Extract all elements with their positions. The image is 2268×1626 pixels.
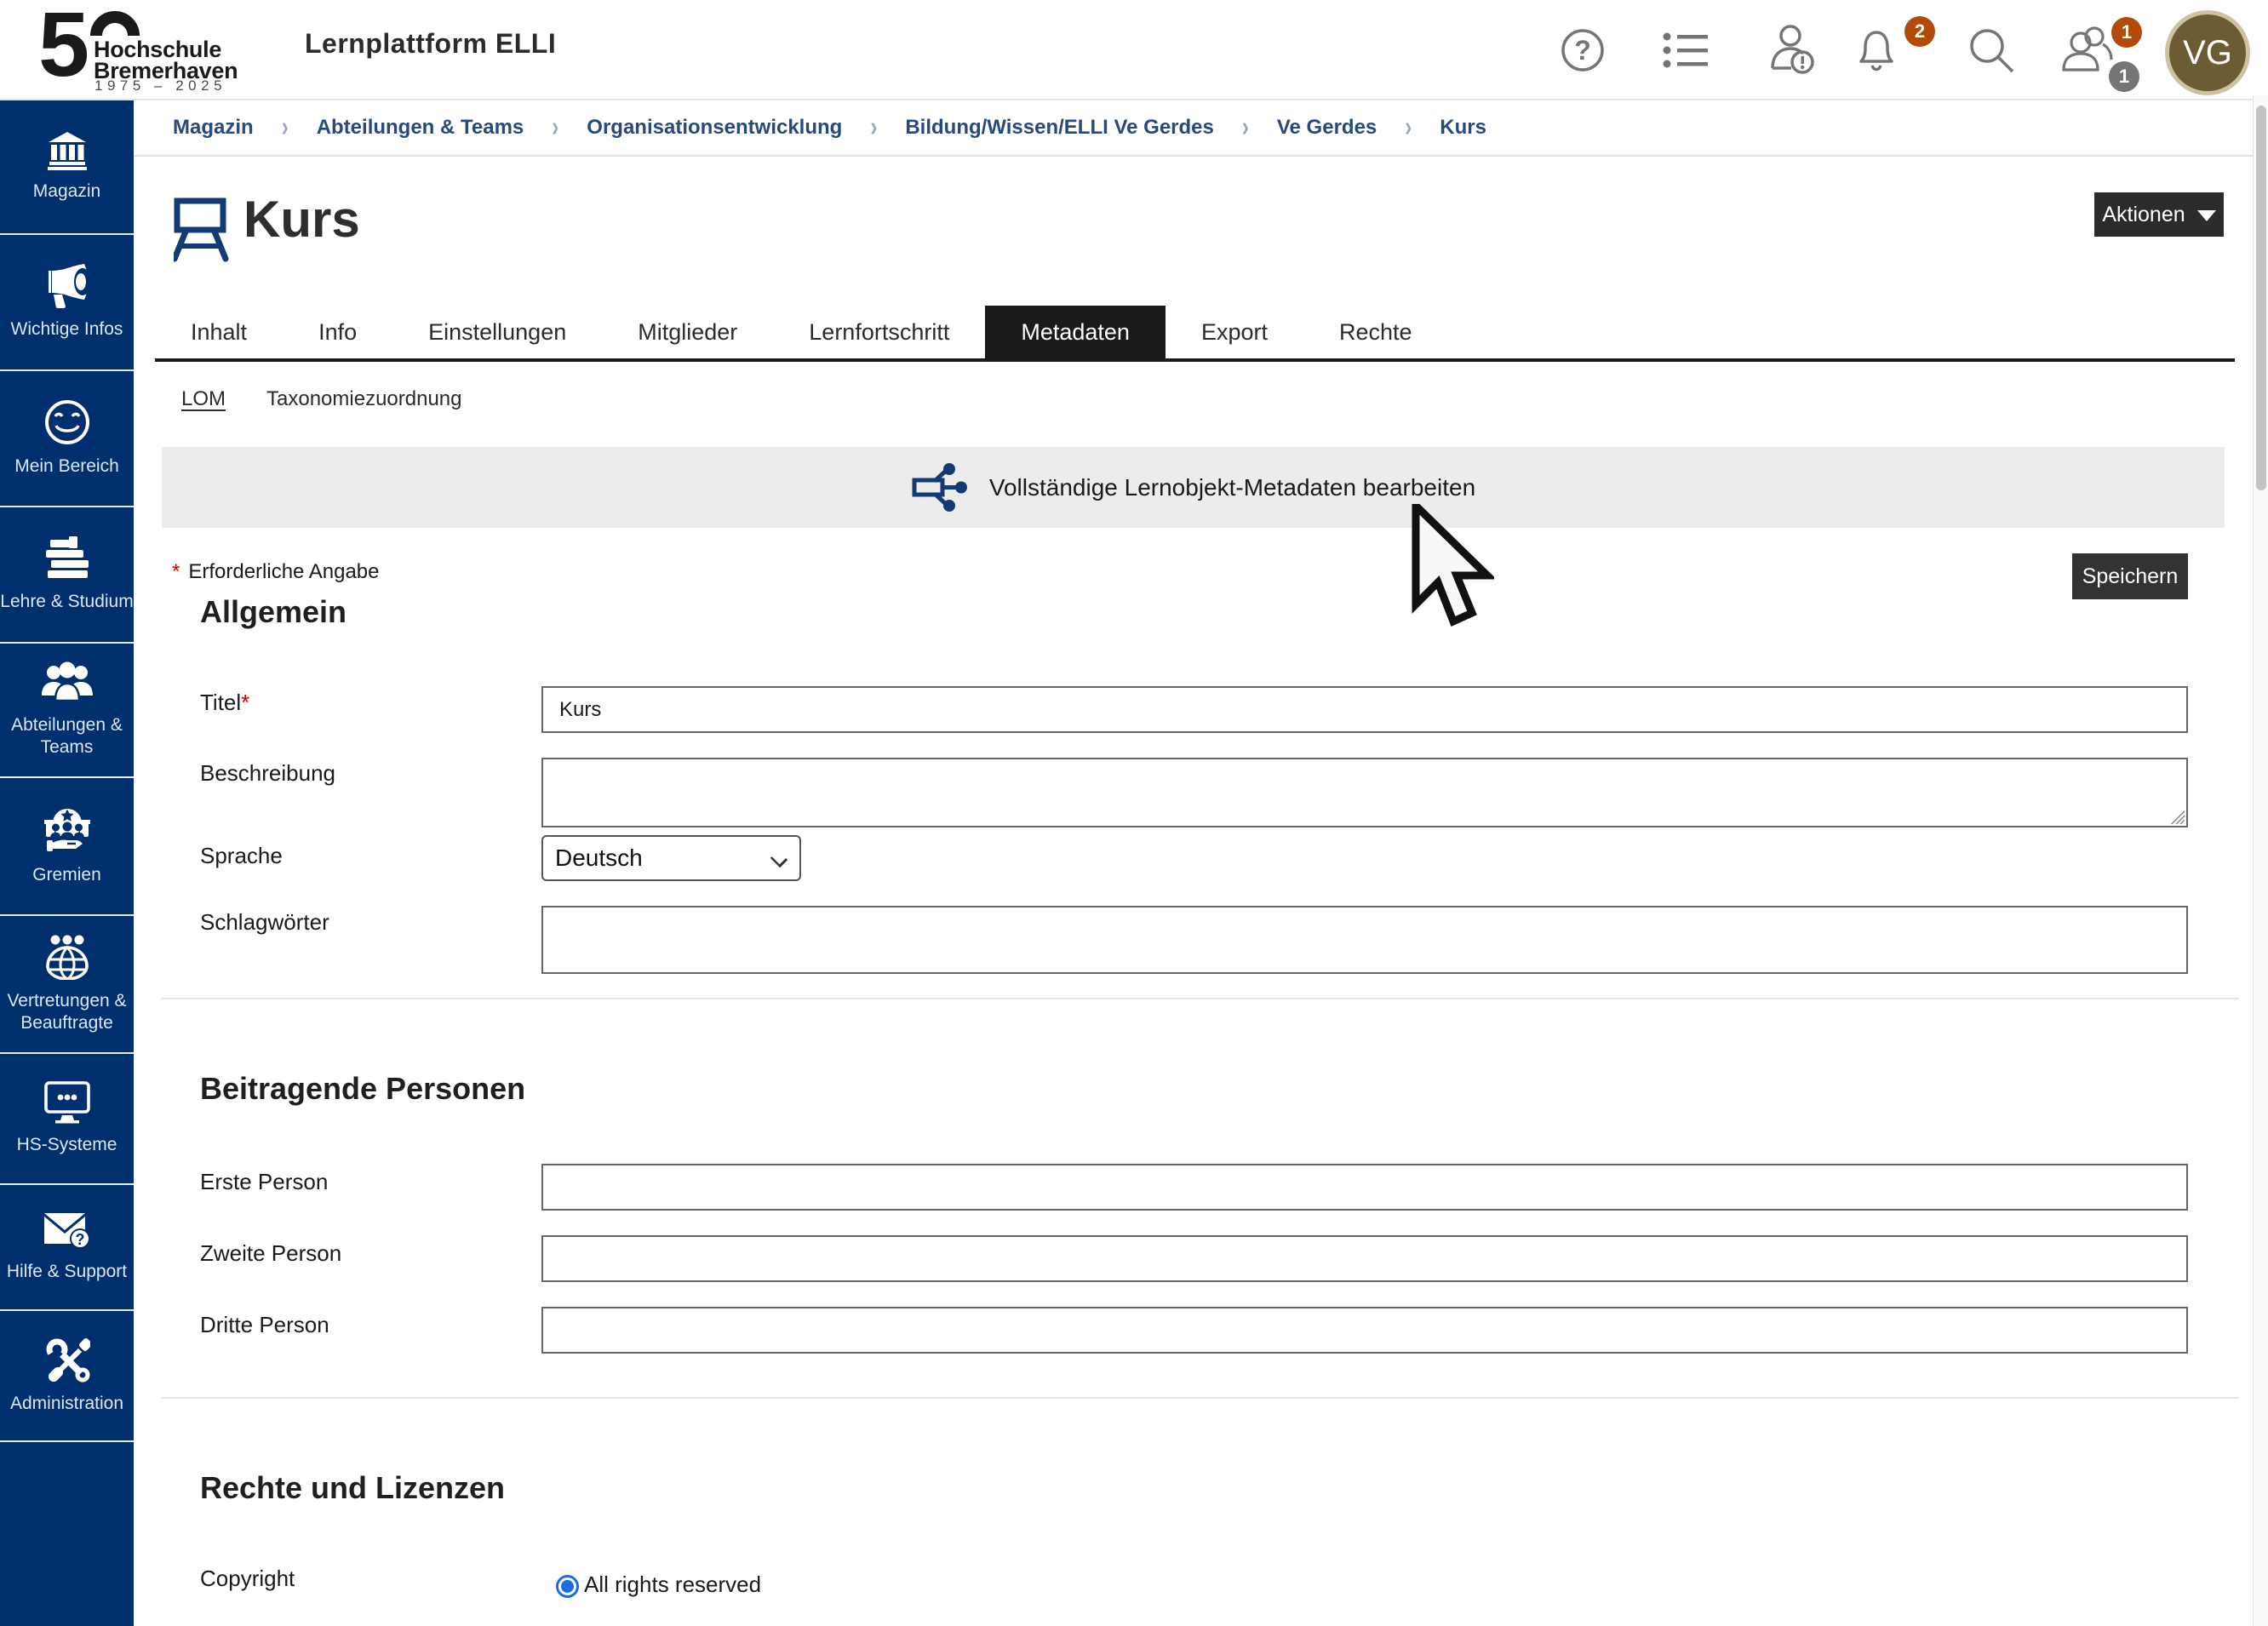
svg-text:?: ?	[75, 1231, 84, 1248]
svg-text:1975 – 2025: 1975 – 2025	[94, 77, 226, 94]
svg-text:5: 5	[38, 7, 89, 95]
svg-text:?: ?	[1574, 35, 1591, 66]
